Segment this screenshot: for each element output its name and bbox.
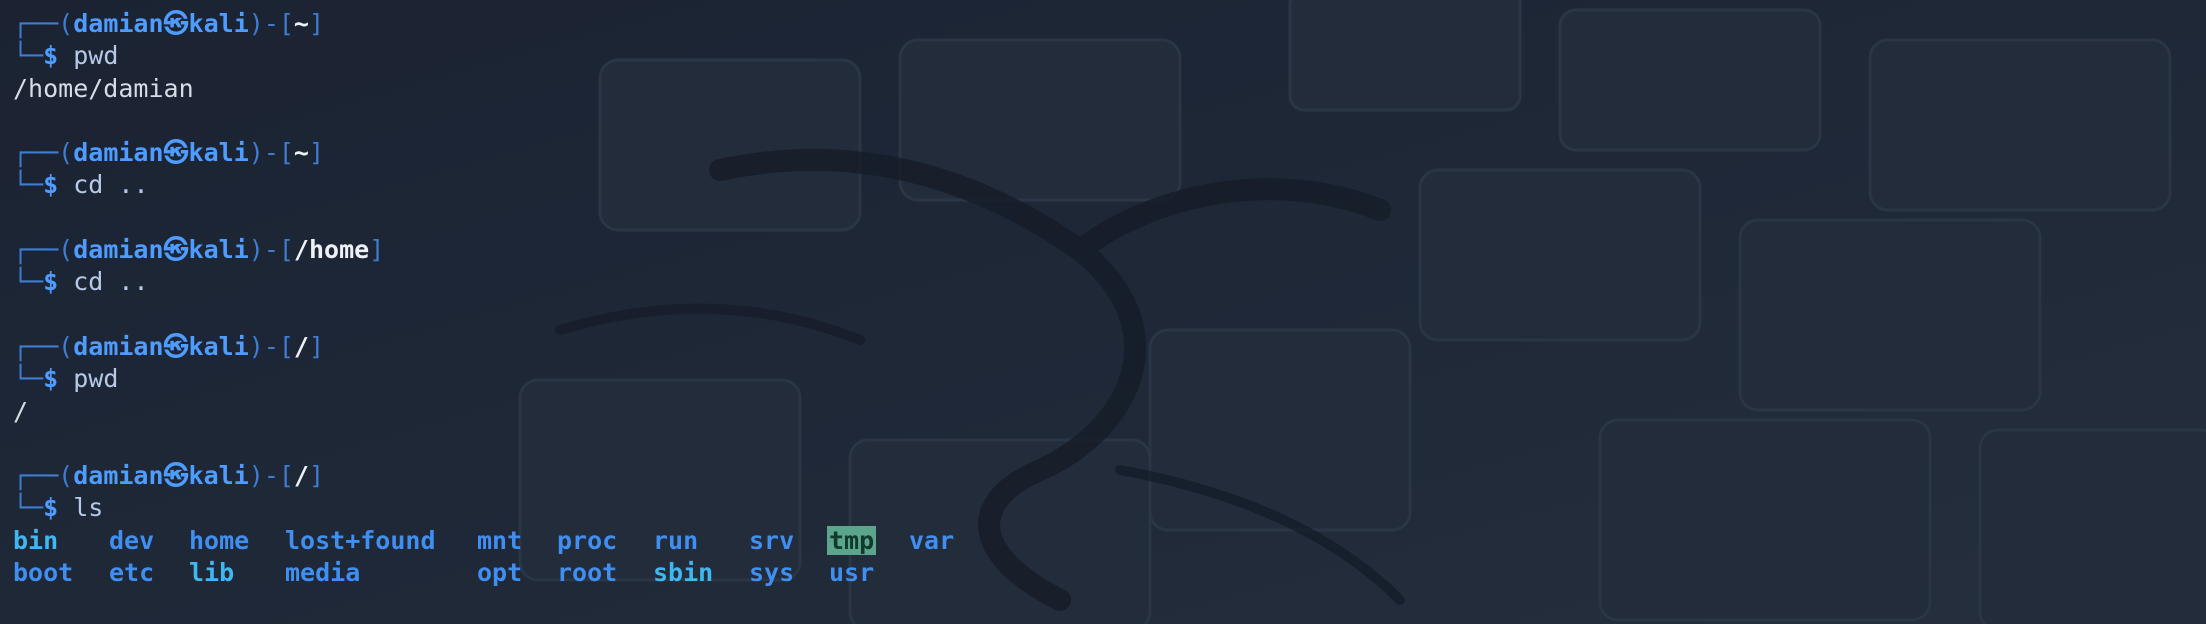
prompt-host-symbol: ㉿ [163, 9, 189, 38]
ls-entry: etc [109, 558, 155, 588]
ls-entry [909, 557, 989, 589]
prompt-host: kali [188, 331, 249, 361]
prompt-separator: )-[ [248, 461, 294, 491]
ls-entry: lib [189, 558, 235, 588]
ls-entry: run [653, 525, 699, 555]
prompt-host-symbol: ㉿ [163, 461, 189, 491]
ls-entry: usr [829, 558, 875, 588]
prompt-bracket-close: ] [308, 331, 325, 361]
prompt-header-line: ┌──(damian㉿kali)-[/] [13, 331, 989, 363]
prompt-user: damian [73, 138, 164, 168]
ls-entry: dev [109, 525, 155, 555]
prompt-bracket-close: ] [308, 9, 325, 38]
prompt-header-line: ┌──(damian㉿kali)-[/] [13, 460, 989, 492]
command-output: /home/damian [13, 73, 194, 103]
prompt-frame-top: ┌──( [13, 138, 74, 168]
ls-entry: lost+found [285, 525, 436, 555]
prompt-frame-top: ┌──( [13, 235, 74, 265]
prompt-cwd: /home [293, 235, 370, 265]
prompt-user: damian [73, 461, 164, 491]
ls-entry: sys [749, 558, 795, 588]
prompt-separator: )-[ [248, 331, 294, 361]
command-text: pwd [73, 41, 119, 71]
ls-entry-name: tmp [827, 525, 877, 555]
prompt-host: kali [188, 138, 249, 168]
prompt-frame-bottom: └─ [13, 267, 44, 297]
ls-entry: tmp [827, 525, 909, 557]
prompt-separator: )-[ [248, 138, 294, 168]
command-text: ls [73, 493, 104, 523]
prompt-user: damian [73, 235, 164, 265]
prompt-frame-bottom: └─ [13, 170, 44, 200]
prompt-header-line: ┌──(damian㉿kali)-[/home] [13, 234, 989, 266]
prompt-dollar: $ [43, 267, 59, 297]
command-text: cd .. [73, 170, 149, 200]
prompt-command-line: └─$ pwd [13, 363, 989, 395]
prompt-host-symbol: ㉿ [163, 331, 189, 361]
prompt-host-symbol: ㉿ [163, 138, 189, 168]
prompt-frame-top: ┌──( [13, 9, 74, 38]
prompt-dollar: $ [43, 364, 59, 394]
terminal-output[interactable]: ┌──(damian㉿kali)-[~] └─$ pwd/home/damian ┌… [13, 8, 989, 589]
prompt-command-line: └─$ pwd [13, 40, 989, 72]
ls-entry: var [909, 525, 955, 555]
prompt-frame-bottom: └─ [13, 493, 44, 523]
prompt-cwd: ~ [293, 138, 309, 168]
prompt-dollar: $ [43, 493, 59, 523]
prompt-user: damian [73, 331, 164, 361]
ls-entry: sbin [653, 558, 714, 588]
prompt-cwd: ~ [293, 9, 309, 38]
prompt-user: damian [73, 9, 164, 38]
prompt-bracket-close: ] [308, 461, 325, 491]
prompt-separator: )-[ [248, 9, 294, 38]
prompt-separator: )-[ [248, 235, 294, 265]
prompt-dollar: $ [43, 41, 59, 71]
ls-entry: home [189, 525, 250, 555]
ls-entry: boot [13, 558, 74, 588]
prompt-cwd: / [293, 331, 309, 361]
prompt-frame-bottom: └─ [13, 364, 44, 394]
ls-entry: srv [749, 525, 795, 555]
ls-entry: proc [557, 525, 618, 555]
ls-entry: opt [477, 558, 523, 588]
ls-entry: bin [13, 525, 59, 555]
command-text: cd .. [73, 267, 149, 297]
ls-listing: bin dev home lost+found mnt proc run srv tmp var b… [13, 525, 989, 590]
prompt-bracket-close: ] [369, 235, 385, 265]
prompt-header-line: ┌──(damian㉿kali)-[~] [13, 8, 989, 40]
prompt-host-symbol: ㉿ [163, 235, 189, 265]
prompt-command-line: └─$ cd .. [13, 266, 989, 298]
ls-entry: mnt [477, 525, 523, 555]
command-output: / [13, 396, 29, 426]
prompt-cwd: / [293, 461, 309, 491]
prompt-frame-top: ┌──( [13, 331, 74, 361]
prompt-command-line: └─$ ls [13, 492, 989, 524]
prompt-dollar: $ [43, 170, 59, 200]
ls-entry: root [557, 558, 618, 588]
prompt-frame-top: ┌──( [13, 461, 74, 491]
prompt-host: kali [188, 9, 249, 38]
prompt-host: kali [188, 461, 249, 491]
prompt-frame-bottom: └─ [13, 41, 44, 71]
prompt-command-line: └─$ cd .. [13, 169, 989, 201]
command-text: pwd [73, 364, 119, 394]
prompt-header-line: ┌──(damian㉿kali)-[~] [13, 137, 989, 169]
prompt-host: kali [188, 235, 249, 265]
prompt-bracket-close: ] [308, 138, 325, 168]
ls-entry: media [285, 558, 361, 588]
